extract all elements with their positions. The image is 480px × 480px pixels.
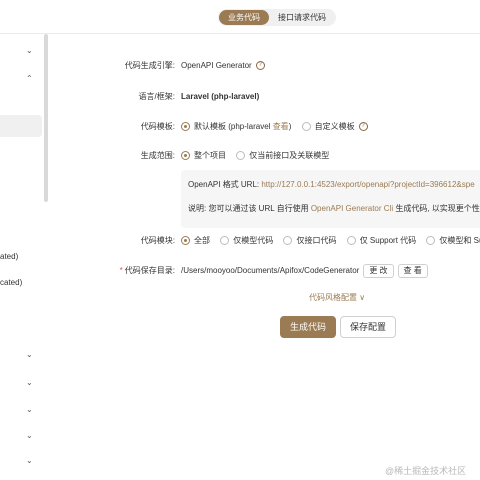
- engine-value-text: OpenAPI Generator: [181, 61, 252, 70]
- module-support-option[interactable]: 仅 Support 代码: [346, 233, 417, 249]
- sidebar-item-deprecated-1[interactable]: ated): [0, 252, 18, 261]
- note-prefix: 说明: 您可以通过该 URL 自行使用: [188, 204, 311, 213]
- radio-unchecked-icon[interactable]: [283, 236, 293, 246]
- module-model-support-option[interactable]: 仅模型和 Supp: [426, 233, 480, 249]
- engine-value: OpenAPI Generator?: [181, 58, 265, 74]
- radio-unchecked-icon[interactable]: [220, 236, 230, 246]
- row-modules: 代码模块: 全部 仅模型代码 仅接口代码 仅 Support 代码 仅模型和 S…: [0, 233, 480, 249]
- chevron-down-icon[interactable]: ⌄: [26, 456, 33, 465]
- code-type-tabs: 业务代码 接口请求代码: [218, 9, 336, 26]
- module-option-text: 仅接口代码: [296, 236, 337, 245]
- sidebar-item-deprecated-2[interactable]: cated): [0, 278, 22, 287]
- generate-code-button[interactable]: 生成代码: [280, 316, 337, 338]
- row-engine: 代码生成引擎: OpenAPI Generator?: [0, 58, 480, 74]
- language-label: 语言/框架:: [138, 92, 175, 101]
- module-all-option[interactable]: 全部: [181, 233, 210, 249]
- chevron-down-icon[interactable]: ⌄: [26, 350, 33, 359]
- engine-label: 代码生成引擎:: [124, 61, 175, 70]
- template-view-link[interactable]: 查看: [273, 122, 289, 131]
- watermark: @稀土掘金技术社区: [385, 466, 467, 476]
- scope-option-text: 整个项目: [194, 151, 226, 160]
- note-suffix: 生成代码, 以实现更个性化: [393, 204, 480, 213]
- tab-request-code[interactable]: 接口请求代码: [269, 10, 335, 25]
- radio-checked-icon[interactable]: [181, 236, 190, 246]
- radio-unchecked-icon[interactable]: [426, 236, 436, 246]
- openapi-note-line: 说明: 您可以通过该 URL 自行使用 OpenAPI Generator Cl…: [188, 203, 480, 214]
- openapi-url-line: OpenAPI 格式 URL: http://127.0.0.1:4523/ex…: [188, 179, 475, 190]
- module-api-option[interactable]: 仅接口代码: [283, 233, 336, 249]
- radio-unchecked-icon[interactable]: [346, 236, 356, 246]
- openapi-generator-cli-link[interactable]: OpenAPI Generator Cli: [311, 204, 393, 213]
- modules-options: 全部 仅模型代码 仅接口代码 仅 Support 代码 仅模型和 Supp: [181, 233, 480, 249]
- save-dir-path: /Users/mooyoo/Documents/Apifox/CodeGener…: [181, 266, 360, 275]
- openapi-url-label: OpenAPI 格式 URL:: [188, 180, 262, 189]
- help-icon[interactable]: ?: [358, 122, 368, 132]
- help-icon[interactable]: ?: [255, 61, 265, 71]
- header-divider: [0, 33, 480, 34]
- chevron-down-icon[interactable]: ⌄: [26, 431, 33, 440]
- radio-checked-icon[interactable]: [181, 151, 190, 161]
- chevron-down-icon[interactable]: ⌄: [26, 405, 33, 414]
- template-default-close: ): [288, 122, 292, 131]
- template-label: 代码模板:: [140, 122, 175, 131]
- module-option-text: 仅模型代码: [233, 236, 274, 245]
- chevron-down-icon[interactable]: ⌄: [26, 46, 33, 55]
- module-model-option[interactable]: 仅模型代码: [220, 233, 273, 249]
- scope-option-text: 仅当前接口及关联模型: [249, 151, 330, 160]
- save-dir-label: * 代码保存目录:: [120, 263, 175, 279]
- row-template: 代码模板: 默认模板 (php-laravel 查看) 自定义模板?: [0, 119, 480, 135]
- scope-current-api-option[interactable]: 仅当前接口及关联模型: [236, 148, 329, 164]
- row-language: 语言/框架: Laravel (php-laravel): [0, 89, 480, 105]
- radio-unchecked-icon[interactable]: [236, 151, 246, 161]
- row-save-dir: * 代码保存目录: /Users/mooyoo/Documents/Apifox/…: [0, 263, 480, 279]
- scope-whole-project-option[interactable]: 整个项目: [181, 148, 226, 164]
- openapi-url-link[interactable]: http://127.0.0.1:4523/export/openapi?pro…: [261, 180, 474, 189]
- template-options: 默认模板 (php-laravel 查看) 自定义模板?: [181, 119, 376, 135]
- language-value: Laravel (php-laravel): [181, 92, 260, 101]
- save-dir-value: /Users/mooyoo/Documents/Apifox/CodeGener…: [181, 263, 428, 279]
- view-dir-button[interactable]: 查 看: [397, 263, 428, 278]
- radio-unchecked-icon[interactable]: [301, 122, 311, 132]
- chevron-down-icon[interactable]: ⌄: [26, 378, 33, 387]
- save-dir-label-text: 代码保存目录:: [124, 266, 175, 275]
- chevron-up-icon[interactable]: ⌃: [26, 74, 33, 83]
- template-default-option[interactable]: 默认模板 (php-laravel 查看): [181, 119, 291, 135]
- template-default-text: 默认模板 (php-laravel: [194, 122, 273, 131]
- modules-label: 代码模块:: [140, 236, 175, 245]
- scope-options: 整个项目 仅当前接口及关联模型: [181, 148, 337, 164]
- change-dir-button[interactable]: 更 改: [363, 263, 394, 278]
- module-option-text: 仅 Support 代码: [359, 236, 417, 245]
- module-option-text: 仅模型和 Supp: [439, 236, 480, 245]
- template-custom-option[interactable]: 自定义模板?: [301, 119, 368, 135]
- code-style-config-toggle[interactable]: 代码风格配置 ∨: [309, 292, 365, 303]
- template-custom-text: 自定义模板: [314, 122, 355, 131]
- save-config-button[interactable]: 保存配置: [340, 316, 397, 338]
- radio-checked-icon[interactable]: [181, 122, 190, 132]
- scope-label: 生成范围:: [140, 151, 175, 160]
- row-scope: 生成范围: 整个项目 仅当前接口及关联模型: [0, 148, 480, 164]
- openapi-info-box: OpenAPI 格式 URL: http://127.0.0.1:4523/ex…: [181, 170, 480, 228]
- module-option-text: 全部: [194, 236, 210, 245]
- required-mark: *: [119, 266, 123, 275]
- tab-business-code[interactable]: 业务代码: [219, 10, 269, 25]
